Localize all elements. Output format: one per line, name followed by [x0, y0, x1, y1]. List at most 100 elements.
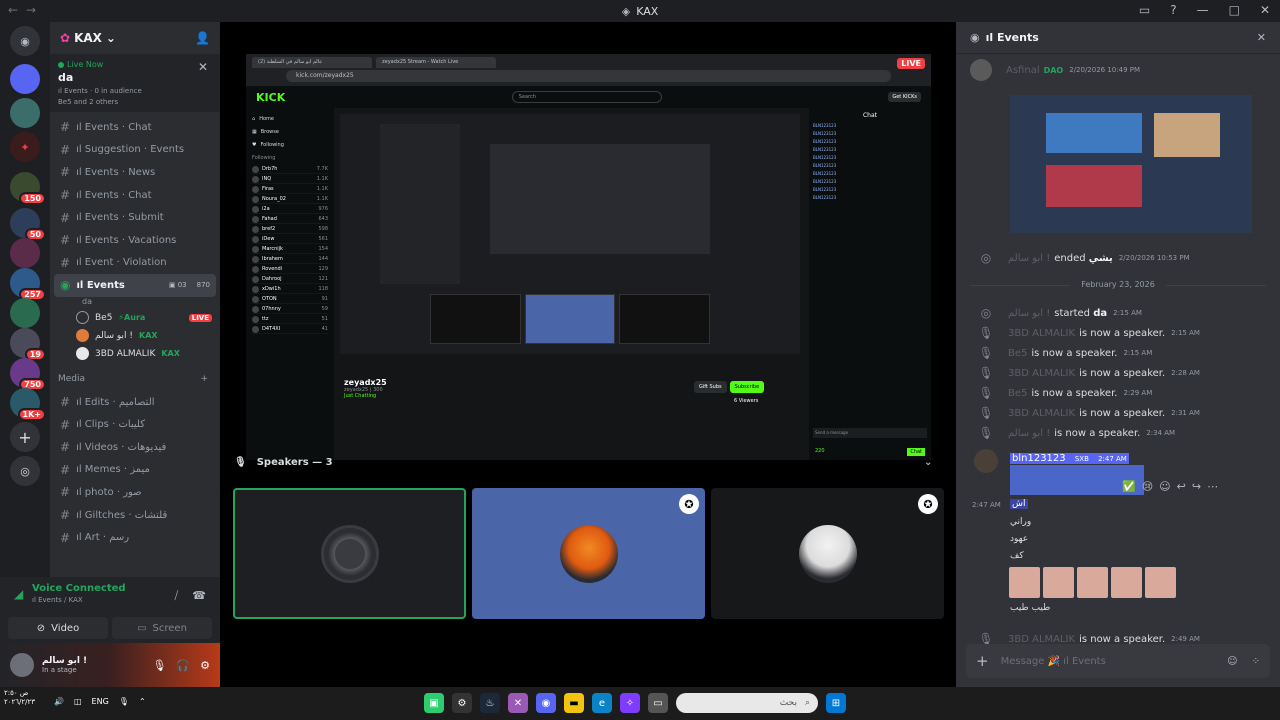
close-button[interactable]: ✕: [1260, 3, 1270, 17]
game-icon[interactable]: ✕: [508, 693, 528, 713]
channel-item[interactable]: # ıl Memes · ميمز: [50, 459, 220, 482]
channel-item[interactable]: # ıl Events · Submit: [50, 206, 220, 229]
server-icon[interactable]: 50: [10, 208, 46, 241]
invite-icon[interactable]: 👤: [195, 31, 210, 45]
disconnect-icon[interactable]: ☎: [192, 589, 206, 603]
speaker-tile[interactable]: ✪: [472, 488, 705, 619]
chat-message[interactable]: Asfinal DAO 2/20/2026 10:49 PM: [956, 59, 1280, 81]
nav-arrows[interactable]: ←→: [8, 3, 44, 17]
avatar[interactable]: [10, 653, 34, 677]
folder-icon[interactable]: ▬: [564, 693, 584, 713]
discover-icon[interactable]: ◎: [10, 456, 40, 486]
volume-icon[interactable]: 🔊: [54, 697, 64, 706]
message-input[interactable]: + Message 🎉 ıl Events ☺ ⁘: [966, 644, 1270, 678]
speaker-tile[interactable]: [233, 488, 466, 619]
kick-following-item: Dahrooj 121: [252, 275, 328, 284]
photo[interactable]: [1009, 567, 1040, 598]
message-author[interactable]: bln123123 SXB 2:47 AM: [1010, 453, 1129, 464]
channel-item[interactable]: # ıl Giltches · قلتشات: [50, 504, 220, 527]
channel-item[interactable]: # ıl Events · Chat: [50, 184, 220, 207]
emoji-icon[interactable]: ☺: [1227, 656, 1237, 667]
speaker-tile[interactable]: ✪: [711, 488, 944, 619]
copilot-icon[interactable]: ✧: [620, 693, 640, 713]
stage-ended-message: ◎ ابو سالم ! ended يشي 2/20/2026 10:53 P…: [956, 251, 1280, 265]
search-input[interactable]: بحث ⌕: [676, 693, 818, 713]
plus-icon[interactable]: +: [976, 652, 989, 670]
stream-video[interactable]: عالم ابو سالم في السلطنة (2) zeyadx25 St…: [246, 54, 931, 460]
server-icon[interactable]: [10, 298, 40, 328]
discord-icon[interactable]: ◉: [536, 693, 556, 713]
server-icon[interactable]: 150: [10, 172, 46, 205]
add-reaction-icon[interactable]: ☺: [1159, 480, 1170, 493]
headphones-icon[interactable]: 🎧: [176, 659, 190, 672]
language-indicator[interactable]: ENG: [92, 697, 109, 706]
server-icon[interactable]: 257: [10, 268, 46, 301]
close-icon[interactable]: ✕: [1257, 31, 1266, 44]
discord-home-icon[interactable]: ◉: [10, 26, 40, 56]
clock[interactable]: ص ٢:٥٠ ٢٠٢٦/٢/٢٣: [4, 689, 35, 707]
channel-item[interactable]: # ıl Clips · كليبات: [50, 413, 220, 436]
photo-grid[interactable]: [1009, 567, 1176, 598]
inbox-icon[interactable]: ▭: [1139, 3, 1150, 17]
attached-image[interactable]: [1010, 95, 1252, 233]
stage-channel-active[interactable]: ◉ ıl Events ▣ 03 870: [54, 274, 216, 297]
gear-icon[interactable]: ⚙: [200, 659, 210, 672]
server-icon[interactable]: 19: [10, 328, 46, 361]
reply-icon[interactable]: ↩: [1177, 480, 1186, 493]
add-channel-icon[interactable]: +: [200, 374, 208, 384]
screen-share-button[interactable]: ▭ Screen: [112, 617, 212, 639]
channel-item[interactable]: # ıl photo · صور: [50, 481, 220, 504]
kick-following-item: xDwi1h 118: [252, 285, 328, 294]
server-icon[interactable]: 1K+: [10, 388, 46, 421]
close-live-icon[interactable]: ✕: [198, 60, 208, 74]
chevron-up-icon[interactable]: ⌃: [139, 697, 146, 706]
noise-suppression-icon[interactable]: ⧸: [175, 589, 179, 603]
speaker-item[interactable]: ابو سالم ! KAX: [50, 327, 220, 345]
apps-icon[interactable]: ⁘: [1252, 656, 1260, 667]
server-icon[interactable]: [10, 64, 40, 94]
channel-item[interactable]: # ıl Art · رسم: [50, 526, 220, 549]
check-reaction-icon[interactable]: ✅: [1122, 480, 1136, 493]
speaker-item[interactable]: Be5 ⚡Aura LIVE: [50, 309, 220, 327]
minimize-button[interactable]: —: [1197, 3, 1209, 17]
avatar[interactable]: [974, 449, 998, 473]
server-icon[interactable]: [10, 98, 40, 128]
channel-item[interactable]: # ıl Event · Violation: [50, 252, 220, 275]
photo[interactable]: [1111, 567, 1142, 598]
emoji-reaction-icon[interactable]: 😢: [1142, 480, 1153, 493]
channel-item[interactable]: # ıl Events · News: [50, 161, 220, 184]
help-icon[interactable]: ?: [1170, 3, 1176, 17]
network-icon[interactable]: ◫: [74, 697, 82, 706]
edge-icon[interactable]: e: [592, 693, 612, 713]
channel-item[interactable]: # ıl Events · Chat: [50, 116, 220, 139]
server-icon[interactable]: 750: [10, 358, 46, 391]
category-media[interactable]: Media +: [50, 367, 220, 391]
video-button[interactable]: ⊘ Video: [8, 617, 108, 639]
microphone-icon[interactable]: 🎙: [152, 659, 166, 672]
title-bar: ←→ ◈ KAX ▭ ? — □ ✕: [0, 0, 1280, 22]
channel-item[interactable]: # ıl Events · Vacations: [50, 229, 220, 252]
forward-icon[interactable]: ↪: [1192, 480, 1201, 493]
app-icon[interactable]: ▣: [424, 693, 444, 713]
maximize-button[interactable]: □: [1229, 3, 1240, 17]
server-icon[interactable]: [10, 238, 40, 268]
live-now-card[interactable]: Live Now da ıl Events · 0 in audience Be…: [50, 54, 220, 112]
photo[interactable]: [1145, 567, 1176, 598]
server-icon[interactable]: ✦: [10, 132, 40, 162]
chevron-down-icon[interactable]: ⌄: [924, 457, 932, 468]
more-icon[interactable]: ⋯: [1207, 480, 1218, 493]
hash-icon: #: [60, 142, 71, 157]
photo[interactable]: [1043, 567, 1074, 598]
channel-item[interactable]: # ıl Videos · فيديوهات: [50, 436, 220, 459]
microphone-icon[interactable]: 🎙: [119, 697, 129, 706]
window-icon[interactable]: ▭: [648, 693, 668, 713]
photo[interactable]: [1077, 567, 1108, 598]
start-icon[interactable]: ⊞: [826, 693, 846, 713]
channel-item[interactable]: # ıl Suggestion · Events: [50, 139, 220, 162]
gear-icon[interactable]: ⚙: [452, 693, 472, 713]
server-header[interactable]: ✿ KAX ⌄ 👤: [50, 22, 220, 54]
speaker-item[interactable]: 3BD ALMALIK KAX: [50, 345, 220, 363]
steam-icon[interactable]: ♨: [480, 693, 500, 713]
channel-item[interactable]: # ıl Edits · التصاميم: [50, 391, 220, 414]
add-server-icon[interactable]: +: [10, 422, 40, 452]
